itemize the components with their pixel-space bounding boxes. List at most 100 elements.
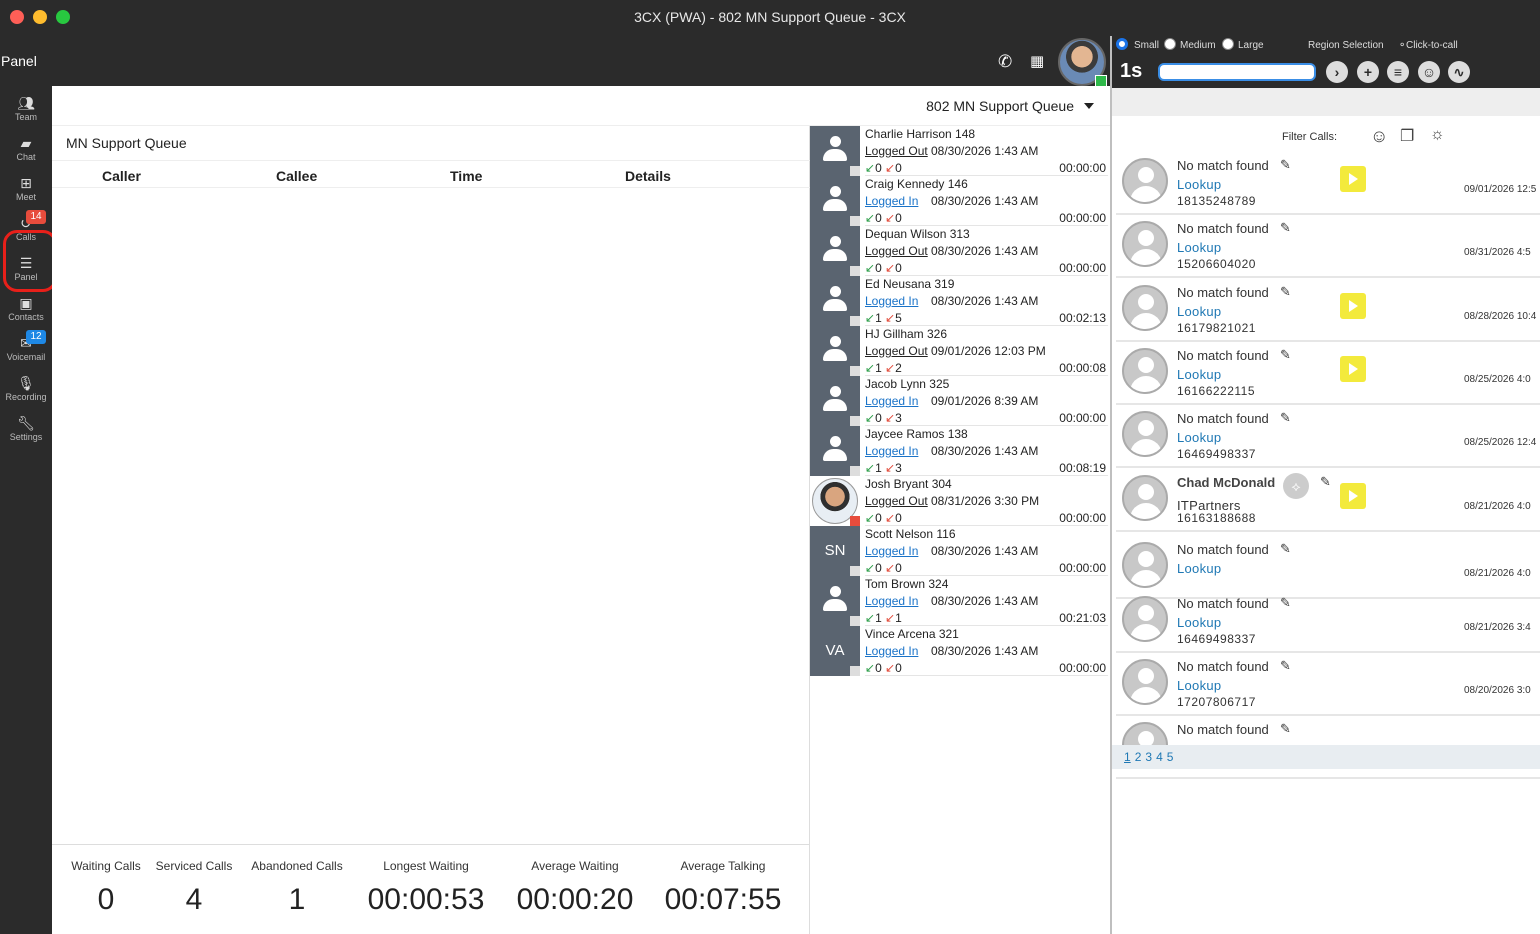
lookup-link[interactable]: Lookup xyxy=(1177,430,1221,445)
agent-login-state[interactable]: Logged Out xyxy=(865,244,928,258)
region-selection-link[interactable]: Region Selection xyxy=(1308,40,1384,51)
crm-call-item[interactable]: No match found ✎ Lookup 18135248789 09/01/20… xyxy=(1116,152,1540,215)
size-large-radio[interactable] xyxy=(1222,38,1234,50)
edit-icon[interactable]: ✎ xyxy=(1320,474,1331,490)
size-medium-label: Medium xyxy=(1180,40,1216,51)
queue-selector[interactable]: 802 MN Support Queue xyxy=(52,86,1110,126)
crm-search-input[interactable] xyxy=(1158,63,1316,81)
agent-info: Jaycee Ramos 138 Logged In 08/30/2026 1:43… xyxy=(865,426,1108,476)
agent-talk-time: 00:00:00 xyxy=(1059,161,1106,175)
agent-row[interactable]: SN Scott Nelson 116 Logged In 08/30/2026 1:… xyxy=(810,526,1108,576)
play-recording-button[interactable] xyxy=(1340,483,1366,509)
missed-count: 5 xyxy=(895,311,902,325)
edit-icon[interactable]: ✎ xyxy=(1280,721,1291,737)
crm-call-item[interactable]: No match found ✎ Lookup 16166222115 08/25/20… xyxy=(1116,342,1540,405)
edit-icon[interactable]: ✎ xyxy=(1280,658,1291,674)
crm-call-item[interactable]: No match found ✎ Lookup 16469498337 08/25/20… xyxy=(1116,405,1540,468)
go-arrow-icon[interactable]: › xyxy=(1326,61,1348,83)
edit-icon[interactable]: ✎ xyxy=(1280,595,1291,611)
agent-row[interactable]: Craig Kennedy 146 Logged In 08/30/2026 1:4… xyxy=(810,176,1108,226)
missed-arrow-icon: ↙ xyxy=(885,611,896,625)
nav-item-contacts[interactable]: ▣ Contacts xyxy=(0,290,52,330)
column-details[interactable]: Details xyxy=(625,168,671,184)
nav-item-voicemail[interactable]: ✉ Voicemail 12 xyxy=(0,330,52,370)
edit-icon[interactable]: ✎ xyxy=(1280,220,1291,236)
crm-call-item[interactable]: Chad McDonald ⟡ ✎ ITPartners 16163188688 08/2… xyxy=(1116,469,1540,532)
filter-documents-icon[interactable]: ❐ xyxy=(1400,126,1414,146)
agent-row[interactable]: Jacob Lynn 325 Logged In 09/01/2026 8:39 A… xyxy=(810,376,1108,426)
user-icon[interactable]: ☺ xyxy=(1418,61,1440,83)
nav-item-settings[interactable]: 🔧︎ Settings xyxy=(0,410,52,450)
agent-row[interactable]: Charlie Harrison 148 Logged Out 08/30/2026… xyxy=(810,126,1108,176)
agent-login-state[interactable]: Logged In xyxy=(865,644,918,658)
agent-login-state[interactable]: Logged In xyxy=(865,594,918,608)
agent-info: Scott Nelson 116 Logged In 08/30/2026 1:43… xyxy=(865,526,1108,576)
phone-icon[interactable]: ✆ xyxy=(998,52,1012,72)
crm-call-item[interactable]: No match found ✎ Lookup 15206604020 08/31/20… xyxy=(1116,215,1540,278)
page-link[interactable]: 2 xyxy=(1135,750,1142,764)
add-icon[interactable]: + xyxy=(1357,61,1379,83)
agent-row[interactable]: Josh Bryant 304 Logged Out 08/31/2026 3:30… xyxy=(810,476,1108,526)
lookup-link[interactable]: Lookup xyxy=(1177,561,1221,576)
size-small-radio[interactable] xyxy=(1116,38,1128,50)
nav-item-chat[interactable]: ▰ Chat xyxy=(0,130,52,170)
agent-login-state[interactable]: Logged In xyxy=(865,394,918,408)
app-header: Panel ✆ ▦ xyxy=(0,36,1112,86)
agent-login-state[interactable]: Logged In xyxy=(865,294,918,308)
user-avatar[interactable] xyxy=(1058,38,1107,87)
page-link[interactable]: 3 xyxy=(1145,750,1152,764)
agent-avatar: VA xyxy=(810,626,860,676)
agent-login-state[interactable]: Logged Out xyxy=(865,494,928,508)
activity-icon[interactable]: ∿ xyxy=(1448,61,1470,83)
filter-person-icon[interactable]: ☺ xyxy=(1370,126,1388,147)
nav-item-team[interactable]: 👥︎ Team xyxy=(0,90,52,130)
click-to-call-link[interactable]: Click-to-call xyxy=(1406,40,1458,51)
inbound-arrow-icon: ↙ xyxy=(865,461,876,475)
edit-icon[interactable]: ✎ xyxy=(1280,410,1291,426)
lookup-link[interactable]: Lookup xyxy=(1177,177,1221,192)
missed-count: 0 xyxy=(895,511,902,525)
agent-row[interactable]: Dequan Wilson 313 Logged Out 08/30/2026 1:… xyxy=(810,226,1108,276)
agent-login-state[interactable]: Logged Out xyxy=(865,344,928,358)
lookup-link[interactable]: Lookup xyxy=(1177,678,1221,693)
agent-row[interactable]: Ed Neusana 319 Logged In 08/30/2026 1:43 A… xyxy=(810,276,1108,326)
size-medium-radio[interactable] xyxy=(1164,38,1176,50)
column-time[interactable]: Time xyxy=(450,168,482,184)
column-caller[interactable]: Caller xyxy=(102,168,141,184)
page-link[interactable]: 4 xyxy=(1156,750,1163,764)
crm-call-item[interactable]: No match found ✎ Lookup 17207806717 08/20/20… xyxy=(1116,653,1540,716)
agent-row[interactable]: HJ Gillham 326 Logged Out 09/01/2026 12:03… xyxy=(810,326,1108,376)
lookup-link[interactable]: Lookup xyxy=(1177,615,1221,630)
edit-icon[interactable]: ✎ xyxy=(1280,347,1291,363)
agent-row[interactable]: Tom Brown 324 Logged In 08/30/2026 1:43 AM… xyxy=(810,576,1108,626)
agent-login-state[interactable]: Logged In xyxy=(865,194,918,208)
page-link[interactable]: 1 xyxy=(1124,750,1131,764)
lookup-link[interactable]: Lookup xyxy=(1177,240,1221,255)
agent-login-state[interactable]: Logged Out xyxy=(865,144,928,158)
nav-item-recording[interactable]: 🎙︎ Recording xyxy=(0,370,52,410)
edit-icon[interactable]: ✎ xyxy=(1280,541,1291,557)
lookup-link[interactable]: Lookup xyxy=(1177,304,1221,319)
call-date: 08/31/2026 4:5 xyxy=(1464,247,1531,258)
agent-row[interactable]: VA Vince Arcena 321 Logged In 08/30/2026 1:… xyxy=(810,626,1108,676)
crm-call-item[interactable]: No match found ✎ Lookup 16179821021 08/28/20… xyxy=(1116,279,1540,342)
agent-login-state[interactable]: Logged In xyxy=(865,544,918,558)
filter-lightbulb-icon[interactable]: ☼ xyxy=(1430,126,1445,144)
agent-row[interactable]: Jaycee Ramos 138 Logged In 08/30/2026 1:43… xyxy=(810,426,1108,476)
play-recording-button[interactable] xyxy=(1340,293,1366,319)
edit-icon[interactable]: ✎ xyxy=(1280,157,1291,173)
qr-code-icon[interactable]: ▦ xyxy=(1030,52,1044,70)
crm-call-item[interactable]: No match found ✎ Lookup 16469498337 08/21/20… xyxy=(1116,590,1540,653)
call-date: 08/21/2026 4:0 xyxy=(1464,568,1531,579)
edit-icon[interactable]: ✎ xyxy=(1280,284,1291,300)
page-link[interactable]: 5 xyxy=(1167,750,1174,764)
agent-state-date: 08/30/2026 1:43 AM xyxy=(931,644,1039,658)
play-recording-button[interactable] xyxy=(1340,356,1366,382)
lookup-link[interactable]: Lookup xyxy=(1177,367,1221,382)
person-icon xyxy=(823,336,847,364)
agent-login-state[interactable]: Logged In xyxy=(865,444,918,458)
play-recording-button[interactable] xyxy=(1340,166,1366,192)
column-callee[interactable]: Callee xyxy=(276,168,317,184)
list-icon[interactable]: ≡ xyxy=(1387,61,1409,83)
nav-item-meet[interactable]: ⊞ Meet xyxy=(0,170,52,210)
